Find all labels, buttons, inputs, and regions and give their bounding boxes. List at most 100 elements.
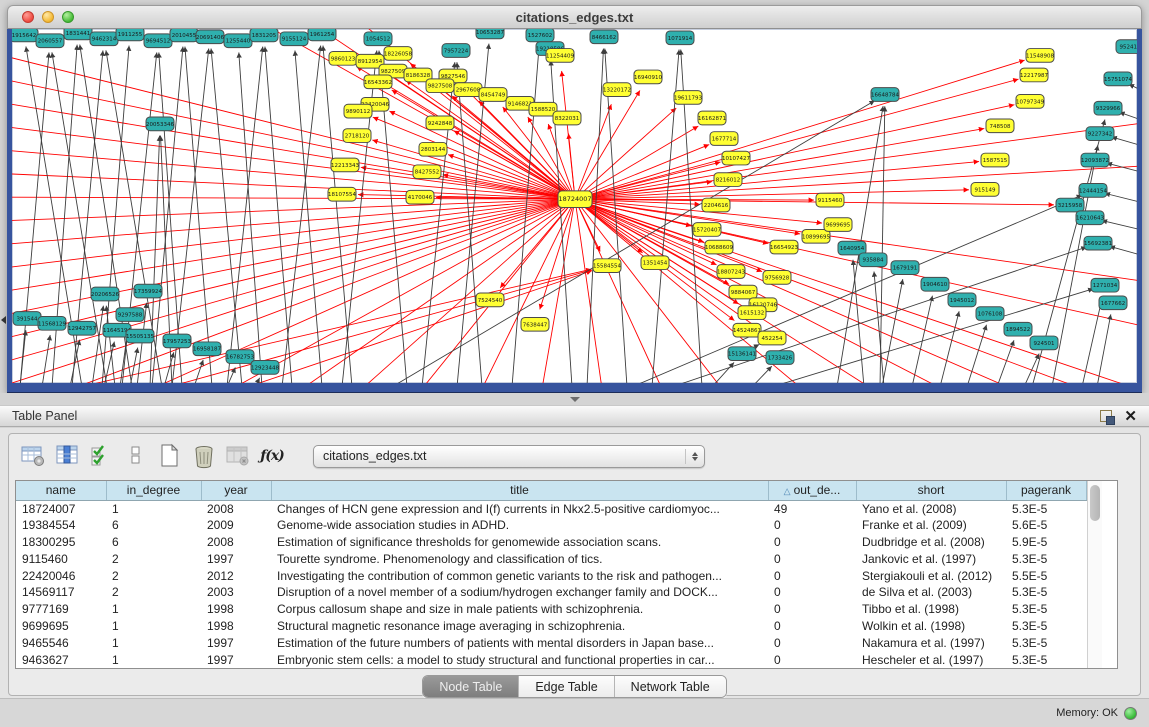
graph-node[interactable]: 2967608 xyxy=(454,83,482,97)
node-table[interactable]: namein_degreeyeartitle△out_de...shortpag… xyxy=(16,481,1087,668)
graph-node[interactable]: 9329966 xyxy=(1094,101,1122,115)
network-canvas[interactable]: 1915642206055718314419462314191125596945… xyxy=(7,29,1142,392)
graph-node[interactable]: 3215958 xyxy=(1056,198,1084,212)
table-cell[interactable]: 6 xyxy=(106,534,201,551)
graph-node[interactable]: 9115460 xyxy=(816,193,844,207)
table-row[interactable]: 911546021997Tourette syndrome. Phenomeno… xyxy=(16,550,1086,567)
graph-node[interactable]: 18226058 xyxy=(384,47,413,61)
graph-node[interactable]: 1527602 xyxy=(526,29,554,42)
function-builder-button[interactable]: ƒ(x) xyxy=(257,442,287,470)
graph-node[interactable]: 15720407 xyxy=(693,223,721,237)
graph-node[interactable]: 17957253 xyxy=(163,334,192,348)
table-cell[interactable]: 14569117 xyxy=(16,584,106,601)
table-cell[interactable]: 2 xyxy=(106,584,201,601)
graph-node[interactable]: 1677662 xyxy=(1099,296,1127,310)
graph-node[interactable]: 1351454 xyxy=(641,256,669,270)
graph-node[interactable]: 7638447 xyxy=(521,317,549,331)
panel-splitter[interactable] xyxy=(0,393,1149,405)
graph-node[interactable]: 1071914 xyxy=(666,31,694,45)
graph-node[interactable]: 16162871 xyxy=(698,111,726,125)
graph-node[interactable]: 2803144 xyxy=(419,142,447,156)
table-cell[interactable]: Stergiakouli et al. (2012) xyxy=(856,567,1006,584)
table-cell[interactable]: Hescheler et al. (1997) xyxy=(856,651,1006,668)
table-cell[interactable]: 1997 xyxy=(201,651,271,668)
graph-node[interactable]: 952411 xyxy=(1116,40,1137,54)
table-cell[interactable]: 1998 xyxy=(201,601,271,618)
table-cell[interactable]: Embryonic stem cells: a model to study s… xyxy=(271,651,768,668)
column-header-title[interactable]: title xyxy=(271,481,768,500)
column-header-short[interactable]: short xyxy=(856,481,1006,500)
graph-node[interactable]: 1255440 xyxy=(224,34,252,48)
new-table-button[interactable] xyxy=(155,442,185,470)
graph-node[interactable]: 1733426 xyxy=(766,351,794,365)
unselect-all-button[interactable] xyxy=(121,442,151,470)
table-cell[interactable]: 0 xyxy=(768,517,856,534)
table-vertical-scrollbar[interactable] xyxy=(1087,481,1102,668)
graph-node[interactable]: 13220172 xyxy=(603,83,631,97)
table-cell[interactable]: 1 xyxy=(106,651,201,668)
graph-node[interactable]: 18107554 xyxy=(328,187,357,201)
table-cell[interactable]: 19384554 xyxy=(16,517,106,534)
graph-node[interactable]: 15584554 xyxy=(593,259,622,273)
graph-node[interactable]: 15751074 xyxy=(1104,72,1133,86)
table-cell[interactable]: 5.3E-5 xyxy=(1006,550,1086,567)
graph-node[interactable]: 1677714 xyxy=(710,132,738,146)
column-header-in_degree[interactable]: in_degree xyxy=(106,481,201,500)
table-cell[interactable]: 5.5E-5 xyxy=(1006,567,1086,584)
table-row[interactable]: 1872400712008Changes of HCN gene express… xyxy=(16,500,1086,517)
graph-node[interactable]: 20206526 xyxy=(91,287,120,301)
table-cell[interactable]: 2008 xyxy=(201,534,271,551)
table-cell[interactable]: 0 xyxy=(768,567,856,584)
graph-node[interactable]: 15505135 xyxy=(126,329,154,343)
table-selector-dropdown[interactable]: citations_edges.txt xyxy=(313,445,705,468)
table-cell[interactable]: 5.3E-5 xyxy=(1006,618,1086,635)
graph-node[interactable]: 10653287 xyxy=(476,29,504,39)
table-cell[interactable]: Genome-wide association studies in ADHD. xyxy=(271,517,768,534)
graph-node[interactable]: 15136141 xyxy=(728,347,756,361)
table-cell[interactable]: 18300295 xyxy=(16,534,106,551)
table-cell[interactable]: Wolkin et al. (1998) xyxy=(856,618,1006,635)
float-panel-icon[interactable] xyxy=(1100,410,1112,422)
table-row[interactable]: 2242004622012Investigating the contribut… xyxy=(16,567,1086,584)
graph-node[interactable]: 12217987 xyxy=(1020,68,1048,82)
select-column-button[interactable] xyxy=(53,442,83,470)
tab-node-table[interactable]: Node Table xyxy=(423,676,519,697)
table-cell[interactable]: 2 xyxy=(106,550,201,567)
table-cell[interactable]: 5.9E-5 xyxy=(1006,534,1086,551)
table-cell[interactable]: 2008 xyxy=(201,500,271,517)
table-cell[interactable]: 9465546 xyxy=(16,634,106,651)
graph-node[interactable]: 16543362 xyxy=(364,75,392,89)
table-cell[interactable]: 1997 xyxy=(201,634,271,651)
table-cell[interactable]: 1 xyxy=(106,618,201,635)
table-cell[interactable]: 0 xyxy=(768,618,856,635)
table-cell[interactable]: Dudbridge et al. (2008) xyxy=(856,534,1006,551)
table-cell[interactable]: 1997 xyxy=(201,550,271,567)
table-cell[interactable]: 1998 xyxy=(201,618,271,635)
graph-node[interactable]: 9462314 xyxy=(90,32,118,46)
table-cell[interactable]: 0 xyxy=(768,550,856,567)
graph-node[interactable]: 924501 xyxy=(1030,336,1058,350)
graph-node[interactable]: 915149 xyxy=(971,183,999,197)
tab-network-table[interactable]: Network Table xyxy=(615,676,726,697)
graph-node[interactable]: 9756928 xyxy=(763,271,791,285)
graph-node[interactable]: 8322031 xyxy=(553,111,581,125)
graph-node[interactable]: 16210643 xyxy=(1076,211,1105,225)
column-header-pagerank[interactable]: pagerank xyxy=(1006,481,1086,500)
table-cell[interactable]: 6 xyxy=(106,517,201,534)
graph-node[interactable]: 9890112 xyxy=(344,104,372,118)
table-row[interactable]: 946362711997Embryonic stem cells: a mode… xyxy=(16,651,1086,668)
graph-node[interactable]: 12213343 xyxy=(331,158,360,172)
graph-node[interactable]: 2060557 xyxy=(36,34,64,48)
table-row[interactable]: 1938455462009Genome-wide association stu… xyxy=(16,517,1086,534)
table-cell[interactable]: de Silva et al. (2003) xyxy=(856,584,1006,601)
graph-node[interactable]: 16958187 xyxy=(193,342,221,356)
graph-node[interactable]: 9860123 xyxy=(329,51,357,65)
graph-node[interactable]: 1076108 xyxy=(976,307,1004,321)
table-cell[interactable]: 5.6E-5 xyxy=(1006,517,1086,534)
table-cell[interactable]: Investigating the contribution of common… xyxy=(271,567,768,584)
graph-node[interactable]: 16648784 xyxy=(871,88,900,102)
graph-node[interactable]: 2718120 xyxy=(343,129,371,143)
table-cell[interactable]: Changes of HCN gene expression and I(f) … xyxy=(271,500,768,517)
table-cell[interactable]: 5.3E-5 xyxy=(1006,500,1086,517)
table-cell[interactable]: 0 xyxy=(768,584,856,601)
